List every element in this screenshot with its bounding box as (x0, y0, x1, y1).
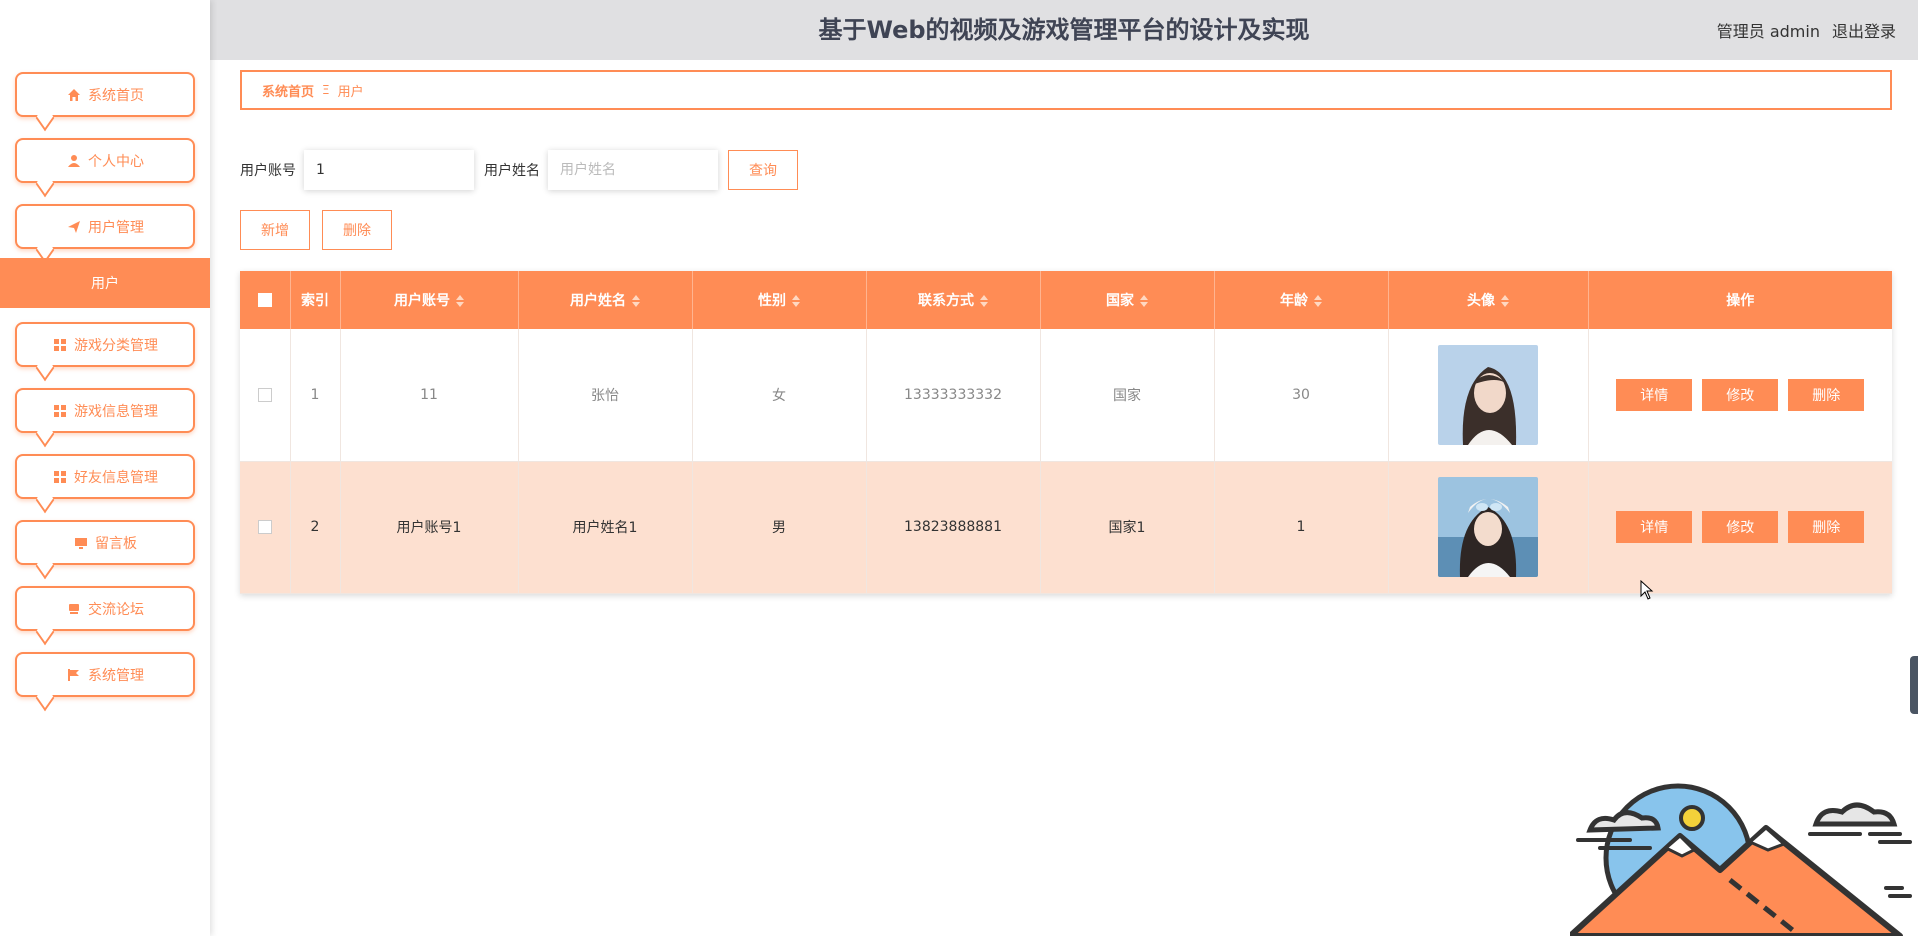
sidebar-item-users[interactable]: 用户管理 (15, 204, 195, 249)
name-search-input[interactable] (548, 150, 718, 190)
sidebar-item-label: 游戏信息管理 (74, 403, 158, 420)
sort-icon[interactable] (456, 295, 464, 307)
cell-country: 国家1 (1040, 461, 1215, 594)
cell-phone: 13333333332 (866, 329, 1041, 462)
top-header: 基于Web的视频及游戏管理平台的设计及实现 管理员 admin 退出登录 (210, 0, 1918, 60)
sidebar-subitem-user[interactable]: 用户 (0, 258, 210, 308)
chat-icon (66, 601, 82, 617)
table-row: 2 用户账号1 用户姓名1 男 13823888881 国家1 1 详情 修改 … (240, 461, 1892, 594)
user-table: 索引 用户账号 用户姓名 性别 联系方式 国家 年龄 头像 操作 1 11 张怡… (240, 271, 1892, 594)
col-header-name[interactable]: 用户姓名 (518, 271, 693, 329)
page-title: 基于Web的视频及游戏管理平台的设计及实现 (818, 16, 1310, 44)
sidebar-item-label: 好友信息管理 (74, 469, 158, 486)
sidebar: 系统首页 个人中心 用户管理 用户 游戏分类管理 游戏信息管理 好友信息管理 留… (0, 0, 210, 936)
sidebar-item-messages[interactable]: 留言板 (15, 520, 195, 565)
cell-country: 国家 (1040, 329, 1215, 462)
cell-gender: 男 (692, 461, 867, 594)
sort-icon[interactable] (1501, 295, 1509, 307)
sidebar-item-label: 个人中心 (88, 153, 144, 170)
cell-account: 用户账号1 (340, 461, 519, 594)
cell-name: 张怡 (518, 329, 693, 462)
query-button[interactable]: 查询 (728, 150, 798, 190)
row-checkbox[interactable] (257, 387, 272, 402)
sort-icon[interactable] (980, 295, 988, 307)
sort-icon[interactable] (1314, 295, 1322, 307)
mouse-cursor-icon (1640, 580, 1654, 600)
person-icon (66, 153, 82, 169)
sidebar-item-label: 交流论坛 (88, 601, 144, 618)
detail-button[interactable]: 详情 (1616, 511, 1693, 543)
action-bar: 新增 删除 (240, 210, 392, 250)
col-header-index: 索引 (290, 271, 341, 329)
breadcrumb-separator-icon: Ξ (322, 83, 330, 97)
cell-index: 2 (290, 461, 341, 594)
cell-age: 30 (1214, 329, 1389, 462)
flag-icon (66, 667, 82, 683)
sort-icon[interactable] (632, 295, 640, 307)
delete-button[interactable]: 删除 (1788, 378, 1865, 411)
add-button[interactable]: 新增 (240, 210, 310, 250)
detail-button[interactable]: 详情 (1616, 378, 1693, 411)
logout-link[interactable]: 退出登录 (1832, 18, 1896, 42)
scroll-handle[interactable] (1910, 656, 1918, 714)
mountain-illustration (1570, 783, 1912, 936)
cell-gender: 女 (692, 329, 867, 462)
edit-button[interactable]: 修改 (1702, 378, 1779, 411)
name-label: 用户姓名 (484, 163, 540, 179)
edit-button[interactable]: 修改 (1702, 511, 1779, 543)
select-all-cell (240, 271, 291, 329)
row-checkbox[interactable] (257, 520, 272, 534)
send-icon (66, 219, 82, 235)
sidebar-item-forum[interactable]: 交流论坛 (15, 586, 195, 631)
breadcrumb-current: 用户 (337, 84, 364, 100)
sidebar-subitem-label: 用户 (91, 276, 119, 292)
batch-delete-button[interactable]: 删除 (322, 210, 392, 250)
monitor-icon (73, 535, 89, 551)
sidebar-item-label: 系统首页 (88, 87, 144, 104)
avatar (1438, 344, 1538, 445)
cell-phone: 13823888881 (866, 461, 1041, 594)
admin-user-label: 管理员 admin (1716, 22, 1820, 41)
sidebar-item-label: 留言板 (95, 535, 137, 552)
home-icon (66, 87, 82, 103)
col-header-avatar[interactable]: 头像 (1388, 271, 1589, 329)
search-bar: 用户账号 用户姓名 查询 (240, 150, 798, 190)
header-user-area: 管理员 admin 退出登录 (1717, 0, 1896, 60)
cell-index: 1 (290, 329, 341, 462)
delete-button[interactable]: 删除 (1788, 511, 1865, 543)
sidebar-item-label: 系统管理 (88, 667, 144, 684)
sort-icon[interactable] (792, 295, 800, 307)
select-all-checkbox[interactable] (257, 293, 272, 307)
col-header-gender[interactable]: 性别 (692, 271, 867, 329)
cell-account: 11 (340, 329, 519, 462)
breadcrumb: 系统首页 Ξ 用户 (240, 70, 1892, 110)
table-header-row: 索引 用户账号 用户姓名 性别 联系方式 国家 年龄 头像 操作 (240, 271, 1892, 329)
sidebar-item-game-info[interactable]: 游戏信息管理 (15, 388, 195, 433)
sidebar-item-label: 游戏分类管理 (74, 337, 158, 354)
col-header-age[interactable]: 年龄 (1214, 271, 1389, 329)
sidebar-item-friends[interactable]: 好友信息管理 (15, 454, 195, 499)
sidebar-item-system[interactable]: 系统管理 (15, 652, 195, 697)
cell-age: 1 (1214, 461, 1389, 594)
sidebar-item-label: 用户管理 (88, 219, 144, 236)
col-header-ops: 操作 (1726, 293, 1755, 309)
grid-icon (52, 469, 68, 485)
sort-icon[interactable] (1140, 295, 1148, 307)
sidebar-item-home[interactable]: 系统首页 (15, 72, 195, 117)
col-header-account[interactable]: 用户账号 (340, 271, 519, 329)
breadcrumb-home[interactable]: 系统首页 (262, 81, 314, 100)
sidebar-item-game-category[interactable]: 游戏分类管理 (15, 322, 195, 367)
table-row: 1 11 张怡 女 13333333332 国家 30 详情 修改 删除 (240, 329, 1892, 462)
col-header-phone[interactable]: 联系方式 (866, 271, 1041, 329)
sidebar-item-profile[interactable]: 个人中心 (15, 138, 195, 183)
col-header-country[interactable]: 国家 (1040, 271, 1215, 329)
avatar (1438, 477, 1538, 577)
account-label: 用户账号 (240, 163, 296, 179)
account-search-input[interactable] (304, 150, 474, 190)
grid-icon (52, 403, 68, 419)
grid-icon (52, 337, 68, 353)
cell-name: 用户姓名1 (518, 461, 693, 594)
